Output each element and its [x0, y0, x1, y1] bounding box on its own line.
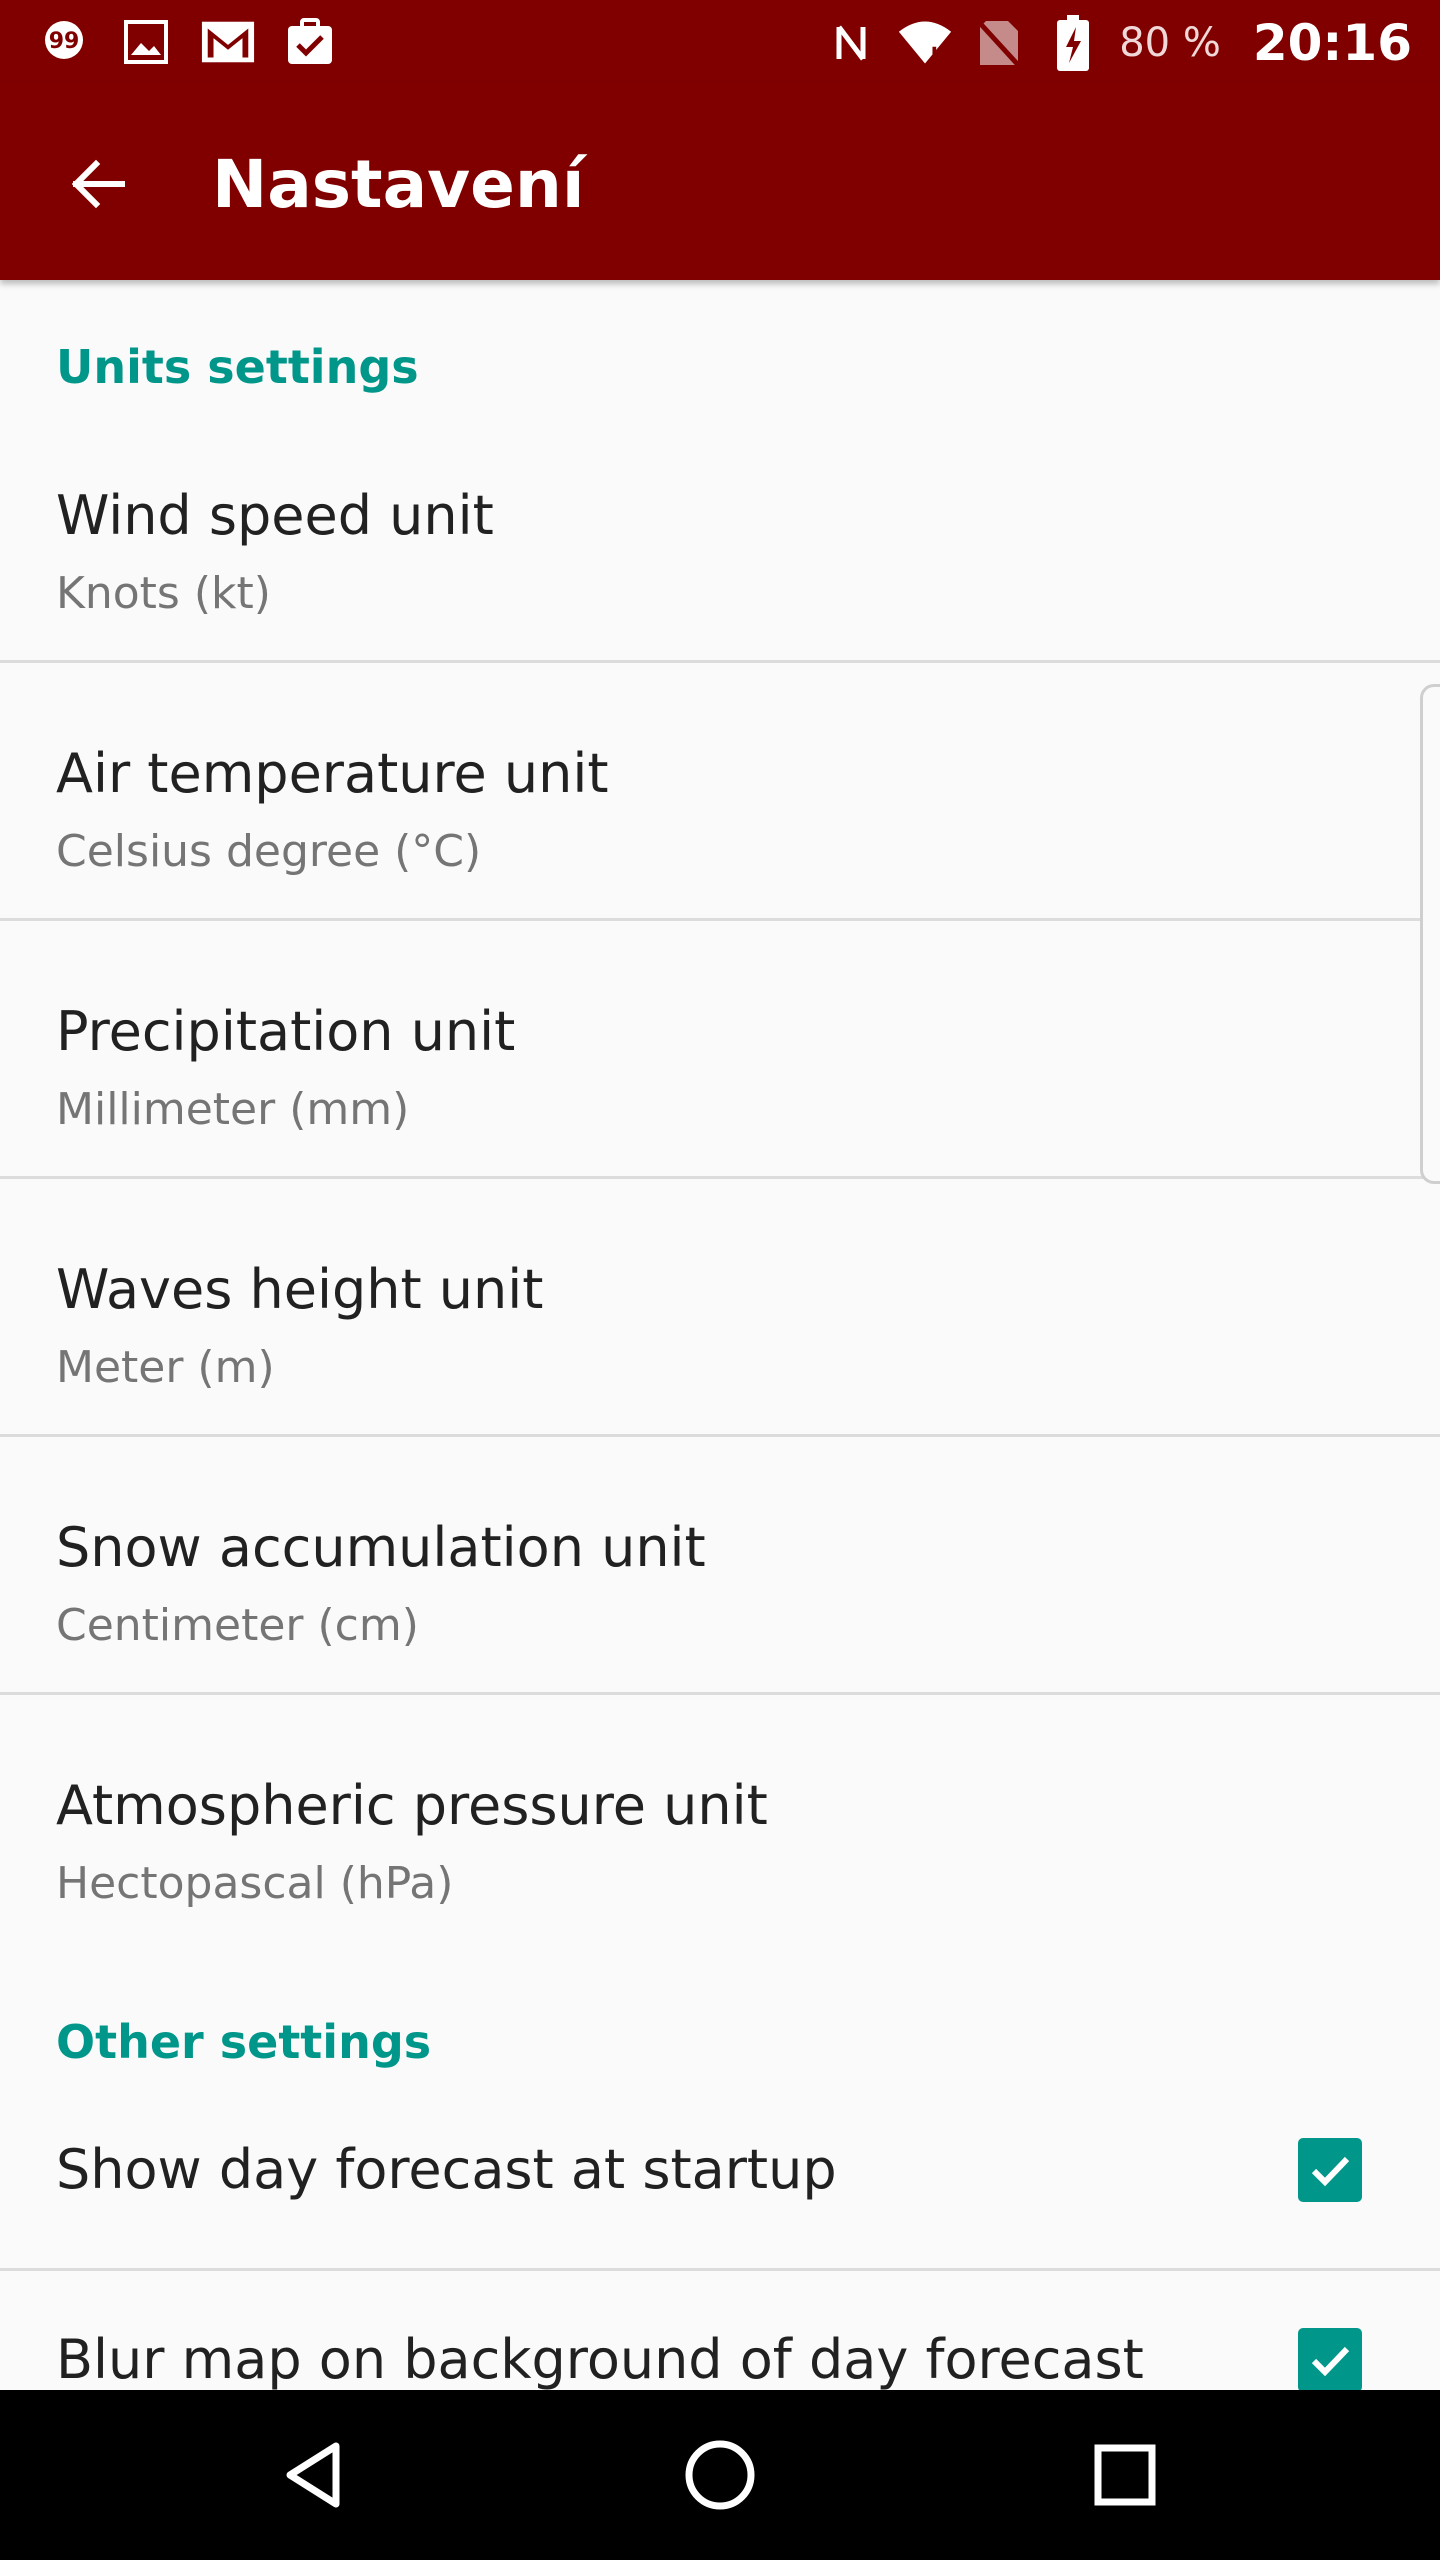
settings-list[interactable]: Units settings Wind speed unit Knots (kt…	[0, 280, 1440, 2390]
pref-value: Millimeter (mm)	[56, 1084, 410, 1135]
pref-value: Knots (kt)	[56, 568, 271, 619]
clock-time: 20:16	[1252, 14, 1412, 72]
wifi-icon	[897, 15, 953, 71]
pref-title: Wind speed unit	[56, 484, 494, 547]
pref-value: Centimeter (cm)	[56, 1600, 419, 1651]
battery-charging-icon	[1045, 15, 1101, 71]
nfc-icon	[823, 15, 879, 71]
navigation-bar	[0, 2390, 1440, 2560]
wind-speed-unit-pref[interactable]: Wind speed unit Knots (kt)	[0, 420, 1440, 678]
battery-percent: 80 %	[1119, 20, 1221, 66]
divider	[0, 660, 1440, 663]
svg-text:99: 99	[49, 29, 80, 54]
image-icon	[118, 14, 174, 70]
other-section-header: Other settings	[56, 2015, 432, 2069]
app-bar: Nastavení	[0, 84, 1440, 280]
checkmark-icon	[1311, 2346, 1350, 2377]
divider	[0, 1434, 1440, 1437]
pref-title: Blur map on background of day forecast	[56, 2328, 1144, 2390]
back-triangle-icon[interactable]	[270, 2430, 360, 2520]
air-temperature-unit-pref[interactable]: Air temperature unit Celsius degree (°C)	[0, 678, 1440, 936]
blur-map-checkbox[interactable]	[1298, 2328, 1362, 2390]
pref-value: Meter (m)	[56, 1342, 275, 1393]
pref-value: Hectopascal (hPa)	[56, 1858, 454, 1909]
divider	[0, 918, 1440, 921]
gmail-icon	[200, 14, 256, 70]
pref-title: Air temperature unit	[56, 742, 609, 805]
fast-scroll-handle[interactable]	[1420, 684, 1440, 1184]
show-day-forecast-pref[interactable]: Show day forecast at startup	[0, 2080, 1440, 2270]
arrow-back-icon[interactable]	[56, 142, 140, 226]
pref-value: Celsius degree (°C)	[56, 826, 482, 877]
snow-accumulation-unit-pref[interactable]: Snow accumulation unit Centimeter (cm)	[0, 1452, 1440, 1710]
pref-title: Snow accumulation unit	[56, 1516, 706, 1579]
checkmark-icon	[1311, 2156, 1350, 2187]
recents-square-icon[interactable]	[1080, 2430, 1170, 2520]
pref-title: Show day forecast at startup	[56, 2138, 837, 2201]
pref-title: Waves height unit	[56, 1258, 544, 1321]
status-bar: 99 80 % 20:16	[0, 0, 1440, 84]
units-section-header: Units settings	[56, 340, 419, 394]
waves-height-unit-pref[interactable]: Waves height unit Meter (m)	[0, 1194, 1440, 1452]
precipitation-unit-pref[interactable]: Precipitation unit Millimeter (mm)	[0, 936, 1440, 1194]
chat-bubble-icon: 99	[36, 14, 92, 70]
atmospheric-pressure-unit-pref[interactable]: Atmospheric pressure unit Hectopascal (h…	[0, 1710, 1440, 1968]
clipboard-check-icon	[282, 14, 338, 70]
home-circle-icon[interactable]	[675, 2430, 765, 2520]
blur-map-pref[interactable]: Blur map on background of day forecast	[0, 2270, 1440, 2390]
no-sim-icon	[971, 15, 1027, 71]
show-day-forecast-checkbox[interactable]	[1298, 2138, 1362, 2202]
page-title: Nastavení	[212, 146, 585, 223]
pref-title: Precipitation unit	[56, 1000, 516, 1063]
divider	[0, 1692, 1440, 1695]
pref-title: Atmospheric pressure unit	[56, 1774, 768, 1837]
divider	[0, 1176, 1440, 1179]
